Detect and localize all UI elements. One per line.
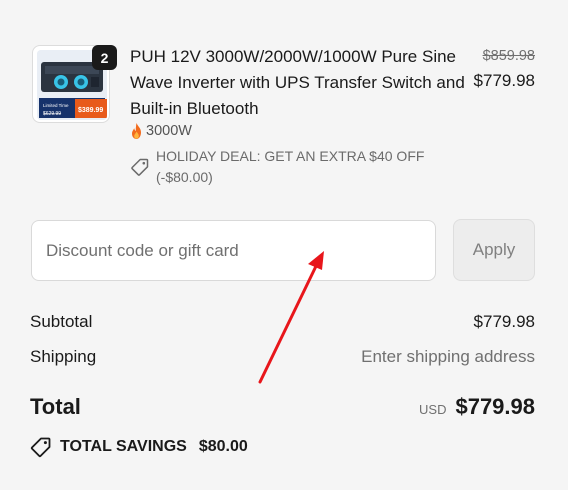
total-row: Total USD $779.98 bbox=[30, 394, 535, 420]
total-amount-group: USD $779.98 bbox=[419, 394, 535, 420]
subtotal-value: $779.98 bbox=[473, 312, 535, 331]
tag-icon bbox=[30, 437, 51, 458]
quantity-badge: 2 bbox=[92, 45, 117, 70]
variant-label: 3000W bbox=[146, 123, 192, 139]
compare-at-price: $859.98 bbox=[482, 48, 535, 64]
savings-label: TOTAL SAVINGS bbox=[60, 438, 187, 455]
tag-icon bbox=[131, 158, 149, 176]
cart-line-item: Limited Time $629.99 $389.99 2 PUH 12V 3… bbox=[32, 37, 535, 187]
discount-text: HOLIDAY DEAL: GET AN EXTRA $40 OFF (-$80… bbox=[156, 148, 425, 185]
shipping-value: Enter shipping address bbox=[361, 347, 535, 366]
fire-icon bbox=[132, 123, 141, 139]
svg-text:$629.99: $629.99 bbox=[43, 111, 61, 117]
applied-discount: HOLIDAY DEAL: GET AN EXTRA $40 OFF (-$80… bbox=[130, 146, 440, 188]
currency-code: USD bbox=[419, 402, 447, 417]
line-price: $779.98 bbox=[473, 71, 535, 90]
shipping-label: Shipping bbox=[30, 347, 97, 366]
shipping-row: Shipping Enter shipping address bbox=[30, 347, 535, 367]
total-savings: TOTAL SAVINGS $80.00 bbox=[30, 436, 248, 458]
savings-value: $80.00 bbox=[198, 438, 248, 455]
subtotal-label: Subtotal bbox=[30, 312, 93, 331]
variant-option: 3000W bbox=[130, 123, 192, 139]
total-label: Total bbox=[30, 394, 81, 419]
apply-discount-button[interactable]: Apply bbox=[453, 219, 535, 281]
svg-text:$389.99: $389.99 bbox=[78, 107, 103, 114]
total-value: $779.98 bbox=[455, 394, 535, 419]
product-title: PUH 12V 3000W/2000W/1000W Pure Sine Wave… bbox=[130, 47, 465, 118]
svg-text:Limited Time: Limited Time bbox=[43, 103, 69, 108]
subtotal-row: Subtotal $779.98 bbox=[30, 312, 535, 332]
product-thumbnail-wrap: Limited Time $629.99 $389.99 2 bbox=[32, 45, 117, 123]
discount-code-input[interactable] bbox=[31, 220, 436, 281]
